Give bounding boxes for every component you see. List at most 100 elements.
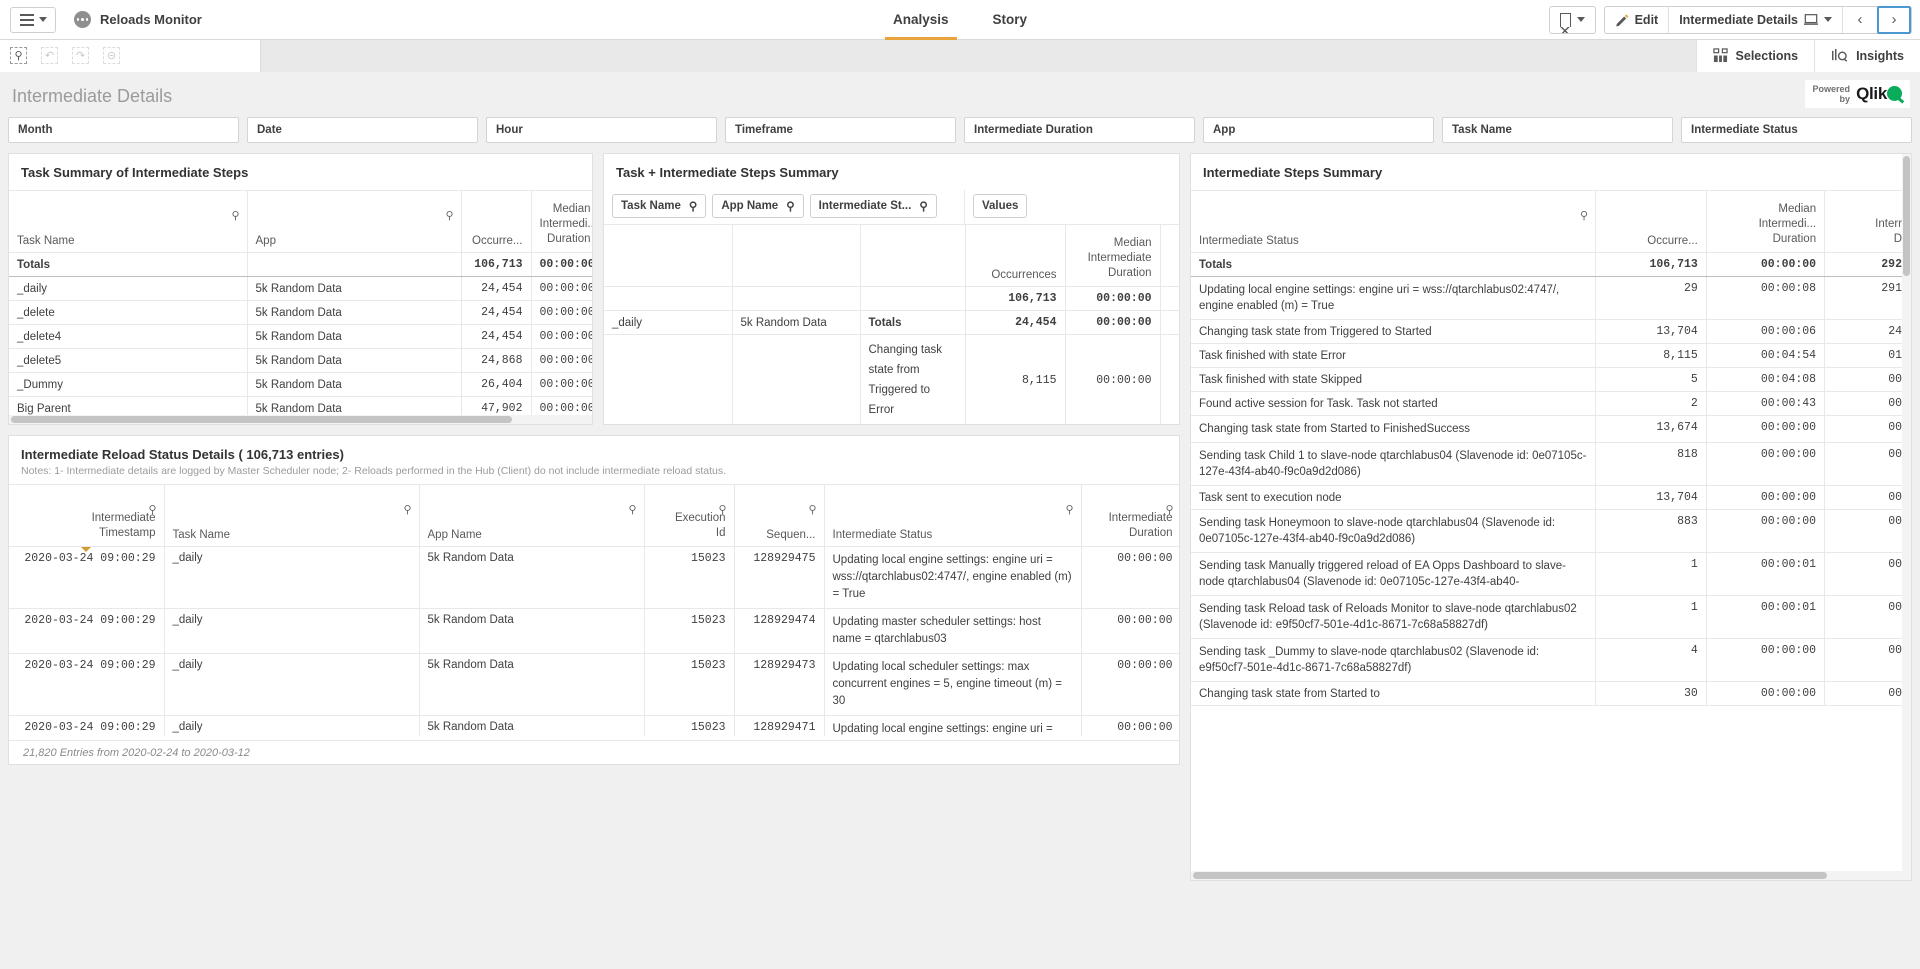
table-row[interactable]: Sending task _Dummy to slave-node qtarch…	[1191, 639, 1911, 682]
col-intermediate-status[interactable]: Intermediate Status ⚲	[1191, 191, 1596, 253]
col-intermediate-timestamp[interactable]: Intermediate Timestamp ⚲	[9, 485, 164, 547]
filter-intermediate-duration[interactable]: Intermediate Duration	[964, 117, 1195, 143]
cell-status[interactable]: Changing task state from Started to	[1191, 682, 1596, 706]
sheet-selector-button[interactable]: Intermediate Details	[1669, 7, 1842, 33]
cell-task[interactable]: _daily	[164, 547, 419, 609]
cell-status[interactable]: Updating local engine settings: engine u…	[1191, 277, 1596, 320]
search-icon[interactable]: ⚲	[148, 503, 156, 516]
search-icon[interactable]: ⚲	[1580, 209, 1588, 222]
tab-story[interactable]: Story	[971, 0, 1050, 40]
filter-hour[interactable]: Hour	[486, 117, 717, 143]
cell-status[interactable]: Task sent to execution node	[1191, 486, 1596, 510]
cell-task[interactable]: _daily	[9, 277, 247, 301]
filter-date[interactable]: Date	[247, 117, 478, 143]
table-row[interactable]: Changing task state from Started to3000:…	[1191, 682, 1911, 706]
search-icon[interactable]: ⚲	[628, 503, 636, 516]
cell-task[interactable]: _daily	[164, 654, 419, 716]
cell-task[interactable]: _daily	[164, 716, 419, 737]
col-task-name[interactable]: Task Name ⚲	[9, 191, 247, 253]
chip-app-name[interactable]: App Name⚲	[712, 194, 803, 218]
cell-status[interactable]: Updating local scheduler settings: max c…	[824, 654, 1081, 716]
table-row[interactable]: _daily5k Random Data24,45400:00:00	[9, 277, 593, 301]
filter-intermediate-status[interactable]: Intermediate Status	[1681, 117, 1912, 143]
cell-status[interactable]: Sending task Reload task of Reloads Moni…	[1191, 596, 1596, 639]
cell-status[interactable]: Task finished with state Error	[1191, 344, 1596, 368]
table-row[interactable]: Sending task Reload task of Reloads Moni…	[1191, 596, 1911, 639]
chip-values[interactable]: Values	[973, 194, 1027, 218]
table-row[interactable]: Sending task Manually triggered reload o…	[1191, 553, 1911, 596]
edit-button[interactable]: Edit	[1605, 7, 1669, 33]
previous-sheet-button[interactable]: ‹	[1843, 7, 1877, 33]
filter-timeframe[interactable]: Timeframe	[725, 117, 956, 143]
table-row[interactable]: Found active session for Task. Task not …	[1191, 392, 1911, 416]
cell-app[interactable]: 5k Random Data	[419, 547, 644, 609]
cell-status[interactable]: Sending task _Dummy to slave-node qtarch…	[1191, 639, 1596, 682]
search-icon[interactable]: ⚲	[1165, 503, 1173, 516]
cell-app[interactable]: 5k Random Data	[247, 277, 461, 301]
col-execution-id[interactable]: Execution Id ⚲	[644, 485, 734, 547]
table-row[interactable]: _delete45k Random Data24,45400:00:00	[9, 325, 593, 349]
cell-app[interactable]: 5k Random Data	[419, 609, 644, 654]
cell-status[interactable]: Changing task state from Started to Fini…	[1191, 416, 1596, 443]
search-icon[interactable]: ⚲	[718, 503, 726, 516]
cell-app[interactable]: 5k Random Data	[247, 349, 461, 373]
cell-app[interactable]: 5k Random Data	[419, 716, 644, 737]
search-icon[interactable]: ⚲	[445, 209, 453, 222]
col-median-duration[interactable]: Median Intermedi... Duration	[1706, 191, 1824, 253]
cell-task[interactable]: _delete4	[9, 325, 247, 349]
table-row[interactable]: Sending task Honeymoon to slave-node qta…	[1191, 510, 1911, 553]
col-intermediate-duration[interactable]: Intermediate Duration ⚲	[1081, 485, 1179, 547]
table-row[interactable]: 2020-03-24 09:00:29 _daily 5k Random Dat…	[9, 609, 1179, 654]
horizontal-scrollbar[interactable]	[1191, 871, 1911, 880]
search-icon[interactable]: ⚲	[808, 503, 816, 516]
table-row[interactable]: 2020-03-24 09:00:29 _daily 5k Random Dat…	[9, 547, 1179, 609]
bookmark-button[interactable]	[1550, 7, 1595, 33]
cell-status[interactable]: Sending task Child 1 to slave-node qtarc…	[1191, 443, 1596, 486]
filter-task-name[interactable]: Task Name	[1442, 117, 1673, 143]
pivot-cell-status[interactable]: Changing task state from Triggered to Er…	[860, 335, 965, 426]
pivot-cell-task[interactable]: _daily	[604, 311, 732, 335]
col-sequence[interactable]: Sequen... ⚲	[734, 485, 824, 547]
table-row[interactable]: Task finished with state Error8,11500:04…	[1191, 344, 1911, 368]
table-row[interactable]: _delete55k Random Data24,86800:00:00	[9, 349, 593, 373]
table-row[interactable]: Sending task Child 1 to slave-node qtarc…	[1191, 443, 1911, 486]
table-row[interactable]: 2020-03-24 09:00:29 _daily 5k Random Dat…	[9, 654, 1179, 716]
col-app-name[interactable]: App Name ⚲	[419, 485, 644, 547]
cell-status[interactable]: Updating local engine settings: engine u…	[824, 547, 1081, 609]
next-sheet-button[interactable]: ›	[1877, 6, 1911, 34]
cell-app[interactable]: 5k Random Data	[419, 654, 644, 716]
col-intermediate-status[interactable]: Intermediate Status ⚲	[824, 485, 1081, 547]
cell-task[interactable]: _delete	[9, 301, 247, 325]
cell-app[interactable]: 5k Random Data	[247, 373, 461, 397]
pivot-col-occurrences[interactable]: Occurrences	[965, 225, 1065, 287]
table-row[interactable]: Changing task state from Triggered to St…	[1191, 320, 1911, 344]
cell-task[interactable]: _delete5	[9, 349, 247, 373]
col-occurrences[interactable]: Occurre...	[1596, 191, 1707, 253]
cell-status[interactable]: Updating local engine settings: engine u…	[824, 716, 1081, 737]
cell-status[interactable]: Sending task Honeymoon to slave-node qta…	[1191, 510, 1596, 553]
col-median-duration[interactable]: Median Intermedi... Duration	[531, 191, 593, 253]
step-forward-icon[interactable]: ↷	[72, 47, 89, 64]
search-icon[interactable]: ⚲	[1065, 503, 1073, 516]
cell-status[interactable]: Changing task state from Triggered to St…	[1191, 320, 1596, 344]
selections-button[interactable]: Selections	[1696, 40, 1815, 72]
table-row[interactable]: Updating local engine settings: engine u…	[1191, 277, 1911, 320]
pivot-col-median[interactable]: Median Intermediate Duration	[1065, 225, 1160, 287]
tab-analysis[interactable]: Analysis	[871, 0, 971, 40]
cell-status[interactable]: Found active session for Task. Task not …	[1191, 392, 1596, 416]
search-icon[interactable]: ⚲	[786, 199, 794, 213]
table-row[interactable]: Task finished with state Skipped500:04:0…	[1191, 368, 1911, 392]
col-extra-duration[interactable]: Interr D	[1825, 191, 1911, 253]
search-icon[interactable]: ⚲	[231, 209, 239, 222]
filter-app[interactable]: App	[1203, 117, 1434, 143]
clear-selections-icon[interactable]: ⊝	[103, 47, 120, 64]
vertical-scrollbar[interactable]	[1902, 154, 1911, 871]
table-row[interactable]: _delete5k Random Data24,45400:00:00	[9, 301, 593, 325]
col-app[interactable]: App ⚲	[247, 191, 461, 253]
filter-month[interactable]: Month	[8, 117, 239, 143]
col-occurrences[interactable]: Occurre...	[461, 191, 531, 253]
cell-status[interactable]: Sending task Manually triggered reload o…	[1191, 553, 1596, 596]
table-row[interactable]: _Dummy5k Random Data26,40400:00:00	[9, 373, 593, 397]
cell-app[interactable]: 5k Random Data	[247, 301, 461, 325]
table-row[interactable]: Changing task state from Started to Fini…	[1191, 416, 1911, 443]
